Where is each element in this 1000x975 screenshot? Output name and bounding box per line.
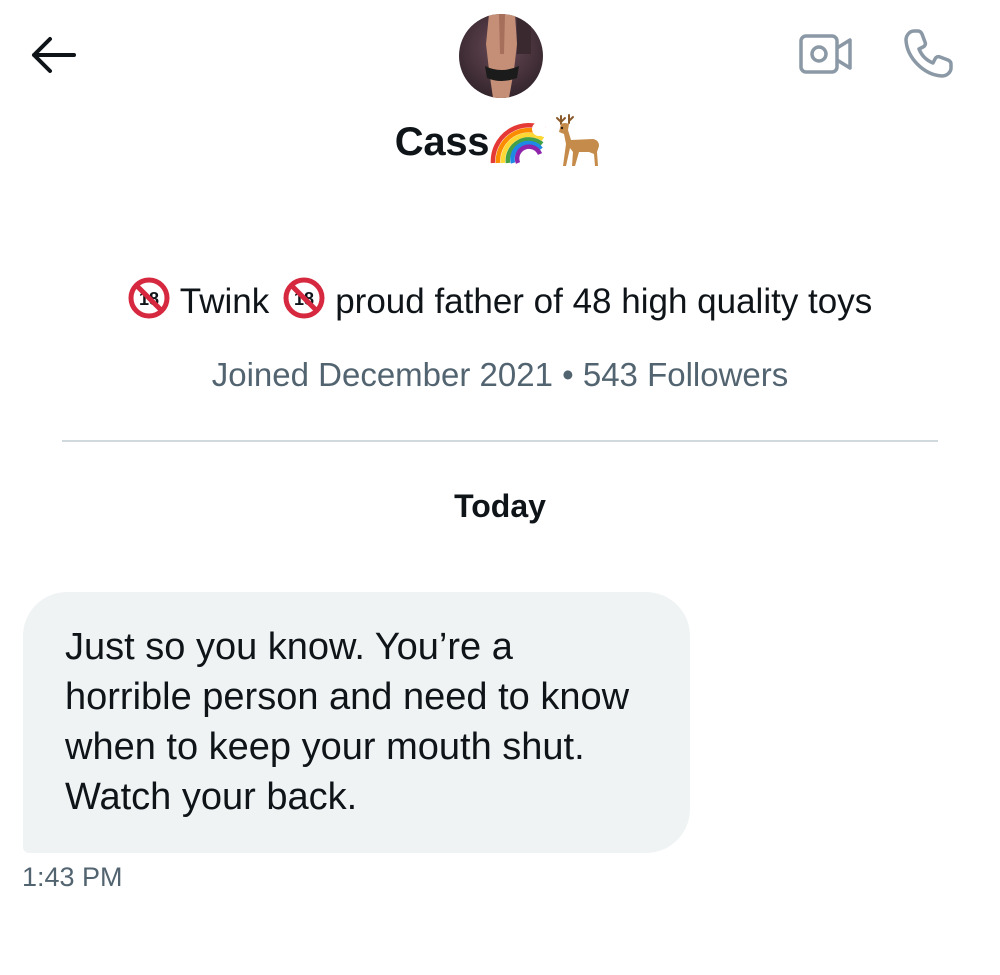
meta-separator: • — [562, 356, 574, 393]
followers-count[interactable]: 543 Followers — [583, 356, 788, 393]
no-under-18-icon: 18 — [128, 277, 170, 328]
profile-bio: 18 Twink 18 proud father of 48 high qual… — [0, 276, 1000, 328]
date-separator: Today — [454, 488, 546, 524]
arrow-left-icon — [28, 35, 78, 80]
message-text: Just so you know. You’re a horrible pers… — [65, 626, 630, 818]
message-bubble[interactable]: Just so you know. You’re a horrible pers… — [23, 592, 690, 853]
voice-call-button[interactable] — [898, 26, 958, 86]
contact-name: Cass — [394, 119, 490, 164]
contact-avatar[interactable] — [459, 14, 543, 98]
message-timestamp: 1:43 PM — [22, 862, 123, 892]
video-camera-icon — [798, 31, 854, 82]
joined-date: Joined December 2021 — [211, 356, 553, 393]
bio-text-2: proud father of 48 high quality toys — [335, 282, 873, 321]
deer-icon — [549, 112, 605, 173]
back-button[interactable] — [26, 34, 80, 80]
profile-meta: Joined December 2021 • 543 Followers — [0, 356, 1000, 400]
video-call-button[interactable] — [797, 30, 855, 82]
bio-text-1: Twink — [179, 282, 270, 321]
contact-name-row[interactable]: Cass — [0, 112, 1000, 172]
rainbow-icon — [489, 115, 550, 170]
divider — [62, 440, 938, 442]
no-under-18-icon: 18 — [283, 277, 325, 328]
phone-icon — [900, 26, 956, 87]
